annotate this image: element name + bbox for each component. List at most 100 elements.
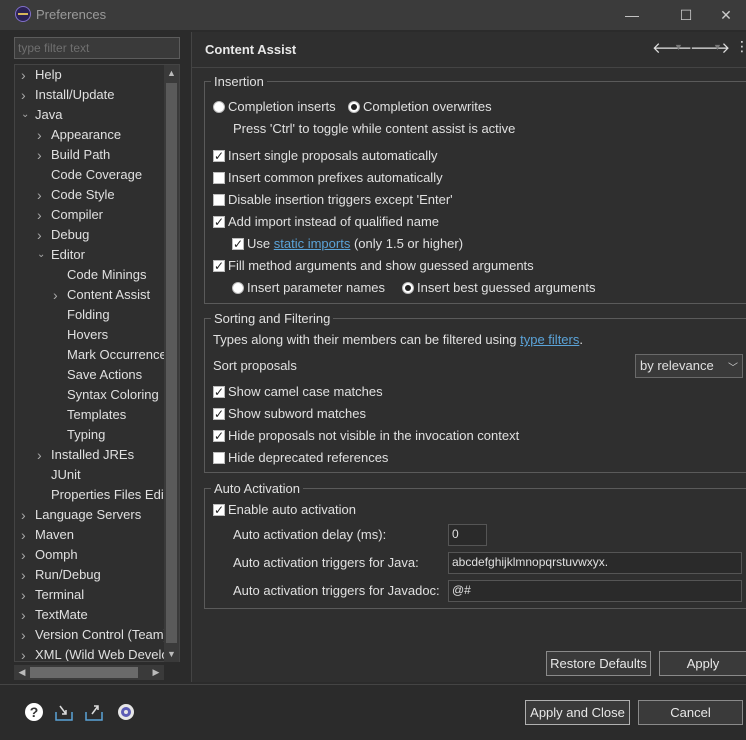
- chevron-right-icon[interactable]: ›: [21, 565, 31, 585]
- tree-item[interactable]: › Appearance: [15, 125, 179, 145]
- radio-selected-icon[interactable]: [402, 282, 414, 294]
- tree-item[interactable]: Code Minings: [15, 265, 179, 285]
- camel-case-checkbox[interactable]: Show camel case matches: [213, 383, 383, 401]
- back-arrow-icon[interactable]: 🡐: [652, 38, 692, 57]
- tree-item[interactable]: Typing: [15, 425, 179, 445]
- more-menu-icon[interactable]: ⋮: [735, 38, 746, 55]
- fill-args-checkbox[interactable]: Fill method arguments and show guessed a…: [213, 257, 534, 275]
- tree-item[interactable]: ⌄ Java: [15, 105, 179, 125]
- tree-item[interactable]: JUnit: [15, 465, 179, 485]
- subword-checkbox[interactable]: Show subword matches: [213, 405, 366, 423]
- tree-item[interactable]: › TextMate: [15, 605, 179, 625]
- tree-item[interactable]: Properties Files Editor: [15, 485, 179, 505]
- chevron-right-icon[interactable]: ›: [21, 505, 31, 525]
- insert-best-guessed-radio[interactable]: Insert best guessed arguments: [402, 279, 596, 297]
- checkbox-checked-icon[interactable]: [232, 235, 244, 253]
- oomph-preference-recorder-icon[interactable]: [116, 702, 136, 722]
- forward-dropdown-icon[interactable]: ▼: [713, 42, 722, 52]
- tree-item[interactable]: › Run/Debug: [15, 565, 179, 585]
- chevron-right-icon[interactable]: ›: [21, 605, 31, 625]
- tree-item[interactable]: Mark Occurrences: [15, 345, 179, 365]
- tree-horizontal-scrollbar[interactable]: ◀ ▶: [14, 665, 164, 680]
- tree-item[interactable]: › Build Path: [15, 145, 179, 165]
- use-static-imports-checkbox[interactable]: Use static imports (only 1.5 or higher): [232, 235, 463, 253]
- checkbox-icon[interactable]: [213, 452, 225, 464]
- chevron-right-icon[interactable]: ›: [37, 185, 47, 205]
- scroll-right-icon[interactable]: ▶: [148, 665, 164, 680]
- completion-inserts-radio[interactable]: Completion inserts: [213, 98, 336, 116]
- checkbox-checked-icon[interactable]: [213, 427, 225, 445]
- apply-button[interactable]: Apply: [659, 651, 746, 676]
- chevron-right-icon[interactable]: ›: [37, 125, 47, 145]
- tree-item[interactable]: › Maven: [15, 525, 179, 545]
- back-dropdown-icon[interactable]: ▼: [674, 42, 683, 52]
- chevron-down-icon[interactable]: ⌄: [21, 105, 31, 125]
- tree-item[interactable]: › Install/Update: [15, 85, 179, 105]
- tree-item[interactable]: Templates: [15, 405, 179, 425]
- tree-item[interactable]: › Compiler: [15, 205, 179, 225]
- help-icon[interactable]: ?: [24, 702, 44, 722]
- insert-param-names-radio[interactable]: Insert parameter names: [232, 279, 385, 297]
- checkbox-checked-icon[interactable]: [213, 501, 225, 519]
- restore-defaults-button[interactable]: Restore Defaults: [546, 651, 651, 676]
- type-filters-link[interactable]: type filters: [520, 332, 579, 347]
- chevron-right-icon[interactable]: ›: [37, 445, 47, 465]
- hide-deprecated-checkbox[interactable]: Hide deprecated references: [213, 449, 388, 467]
- apply-and-close-button[interactable]: Apply and Close: [525, 700, 630, 725]
- chevron-right-icon[interactable]: ›: [21, 545, 31, 565]
- tree-item[interactable]: Syntax Coloring: [15, 385, 179, 405]
- checkbox-checked-icon[interactable]: [213, 147, 225, 165]
- tree-item[interactable]: › Debug: [15, 225, 179, 245]
- completion-overwrites-radio[interactable]: Completion overwrites: [348, 98, 492, 116]
- checkbox-checked-icon[interactable]: [213, 213, 225, 231]
- cancel-button[interactable]: Cancel: [638, 700, 743, 725]
- chevron-right-icon[interactable]: ›: [37, 225, 47, 245]
- hscroll-thumb[interactable]: [30, 667, 138, 678]
- tree-item[interactable]: ⌄ Editor: [15, 245, 179, 265]
- chevron-right-icon[interactable]: ›: [21, 585, 31, 605]
- tree-item[interactable]: › Help: [15, 65, 179, 85]
- chevron-right-icon[interactable]: ›: [21, 645, 31, 661]
- tree-item[interactable]: Hovers: [15, 325, 179, 345]
- scroll-left-icon[interactable]: ◀: [14, 665, 30, 680]
- tree-item[interactable]: Save Actions: [15, 365, 179, 385]
- tree-item[interactable]: Folding: [15, 305, 179, 325]
- tree-item[interactable]: › Version Control (Team): [15, 625, 179, 645]
- radio-icon[interactable]: [232, 282, 244, 294]
- radio-selected-icon[interactable]: [348, 101, 360, 113]
- checkbox-icon[interactable]: [213, 194, 225, 206]
- delay-field[interactable]: 0: [448, 524, 487, 546]
- chevron-right-icon[interactable]: ›: [21, 65, 31, 85]
- checkbox-checked-icon[interactable]: [213, 405, 225, 423]
- export-icon[interactable]: [84, 702, 104, 722]
- chevron-right-icon[interactable]: ›: [37, 145, 47, 165]
- checkbox-checked-icon[interactable]: [213, 257, 225, 275]
- import-icon[interactable]: [54, 702, 74, 722]
- disable-triggers-checkbox[interactable]: Disable insertion triggers except 'Enter…: [213, 191, 453, 209]
- enable-auto-activation-checkbox[interactable]: Enable auto activation: [213, 501, 356, 519]
- minimize-icon[interactable]: —: [622, 5, 642, 25]
- tree-item[interactable]: › Language Servers: [15, 505, 179, 525]
- tree-vertical-scrollbar[interactable]: ▲ ▼: [164, 65, 179, 662]
- chevron-down-icon[interactable]: ⌄: [37, 245, 47, 265]
- hide-invisible-checkbox[interactable]: Hide proposals not visible in the invoca…: [213, 427, 519, 445]
- tree-item[interactable]: › Code Style: [15, 185, 179, 205]
- scroll-thumb[interactable]: [166, 83, 177, 643]
- scroll-down-icon[interactable]: ▼: [164, 646, 179, 662]
- tree-item[interactable]: › XML (Wild Web Developer): [15, 645, 179, 661]
- tree-item[interactable]: › Installed JREs: [15, 445, 179, 465]
- tree-item[interactable]: › Content Assist: [15, 285, 179, 305]
- sort-proposals-select[interactable]: by relevance ﹀: [635, 354, 743, 378]
- tree-item[interactable]: Code Coverage: [15, 165, 179, 185]
- chevron-right-icon[interactable]: ›: [21, 525, 31, 545]
- chevron-right-icon[interactable]: ›: [21, 625, 31, 645]
- insert-single-checkbox[interactable]: Insert single proposals automatically: [213, 147, 438, 165]
- checkbox-icon[interactable]: [213, 172, 225, 184]
- scroll-up-icon[interactable]: ▲: [164, 65, 179, 81]
- static-imports-link[interactable]: static imports: [274, 236, 351, 251]
- javadoc-triggers-field[interactable]: @#: [448, 580, 742, 602]
- tree-item[interactable]: › Terminal: [15, 585, 179, 605]
- radio-icon[interactable]: [213, 101, 225, 113]
- preference-tree[interactable]: › Help › Install/Update ⌄ Java › Appearance › Bui…: [14, 64, 180, 662]
- chevron-right-icon[interactable]: ›: [53, 285, 63, 305]
